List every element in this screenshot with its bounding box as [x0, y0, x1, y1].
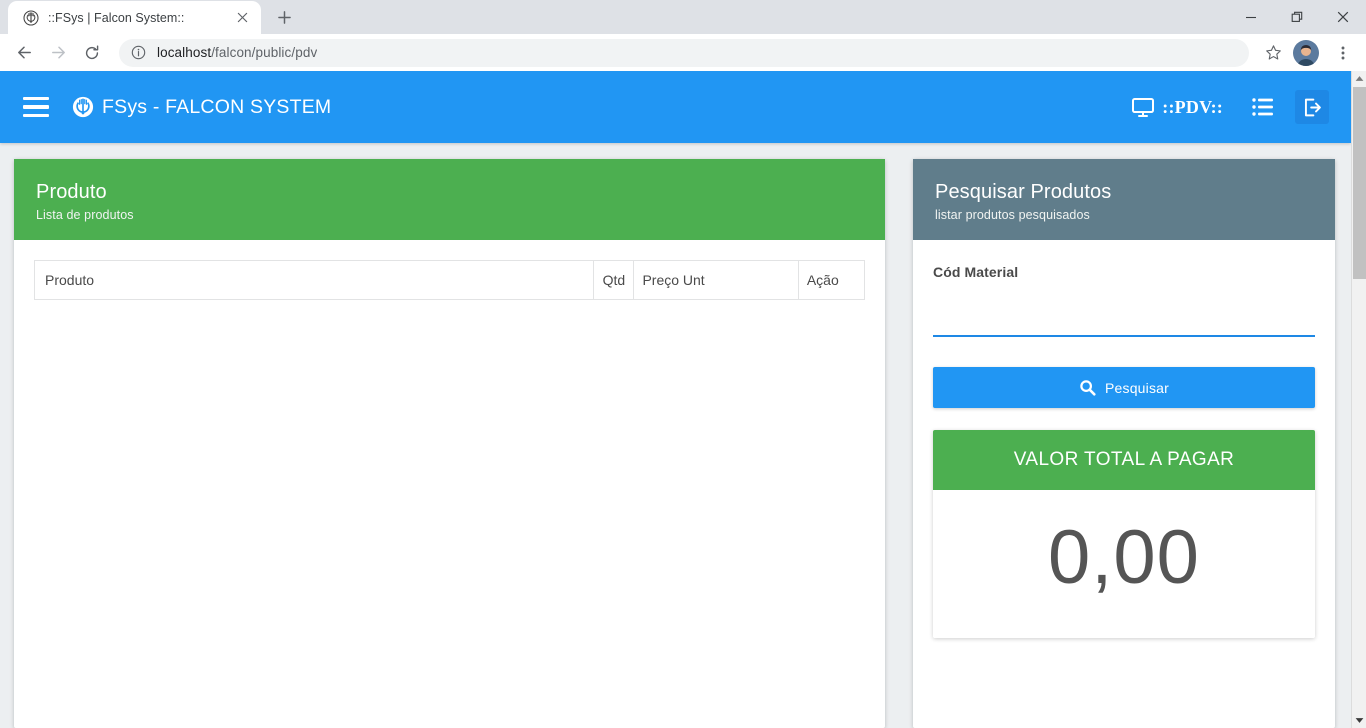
product-table-head: Produto Qtd Preço Unt Ação	[34, 260, 865, 300]
tab-title: ::FSys | Falcon System::	[48, 10, 185, 25]
list-icon[interactable]	[1245, 89, 1281, 125]
window-close-button[interactable]	[1320, 0, 1366, 33]
total-box: VALOR TOTAL A PAGAR 0,00	[933, 430, 1315, 638]
column-header-produto[interactable]: Produto	[34, 260, 595, 300]
three-dot-menu-icon[interactable]	[1329, 39, 1357, 67]
address-bar[interactable]: localhost/falcon/public/pdv	[119, 38, 1249, 67]
hamburger-icon[interactable]	[16, 87, 56, 127]
new-tab-button[interactable]	[270, 3, 298, 31]
window-minimize-button[interactable]	[1228, 0, 1274, 33]
scrollbar-thumb[interactable]	[1353, 87, 1366, 279]
back-arrow-icon[interactable]	[9, 38, 39, 68]
search-icon	[1079, 379, 1096, 396]
total-value: 0,00	[933, 490, 1315, 638]
product-card-title: Produto	[36, 181, 107, 203]
product-card-header: Produto Lista de produtos	[14, 159, 885, 240]
url-path: /falcon/public/pdv	[211, 45, 318, 60]
star-icon[interactable]	[1259, 39, 1287, 67]
cod-material-label: Cód Material	[933, 264, 1019, 280]
jedi-order-logo-icon	[22, 9, 39, 26]
pdv-label: ::PDV::	[1162, 96, 1223, 117]
falcon-logo-icon	[72, 96, 94, 118]
web-page: FSys - FALCON SYSTEM ::PDV:: Produto Lis…	[0, 71, 1351, 728]
tab-close-icon[interactable]	[233, 9, 251, 27]
url-host: localhost	[157, 45, 212, 60]
app-header: FSys - FALCON SYSTEM ::PDV::	[0, 71, 1351, 143]
scroll-up-arrow-icon[interactable]	[1352, 71, 1366, 86]
address-bar-text: localhost/falcon/public/pdv	[157, 45, 317, 60]
cod-material-input[interactable]	[933, 306, 1315, 337]
product-card-subtitle: Lista de produtos	[36, 208, 134, 222]
forward-arrow-icon[interactable]	[43, 38, 73, 68]
pesquisar-button-label: Pesquisar	[1104, 379, 1170, 396]
column-header-acao[interactable]: Ação	[798, 260, 865, 300]
search-card-body: Cód Material Pesquisar VALOR TOTAL A PAG	[913, 240, 1335, 728]
column-header-qtd[interactable]: Qtd	[593, 260, 635, 300]
logout-icon[interactable]	[1295, 90, 1329, 124]
page-scrollbar[interactable]	[1351, 71, 1366, 728]
page-viewport: FSys - FALCON SYSTEM ::PDV:: Produto Lis…	[0, 71, 1366, 728]
search-card: Pesquisar Produtos listar produtos pesqu…	[913, 159, 1335, 728]
window-controls	[1228, 0, 1366, 33]
search-card-title: Pesquisar Produtos	[935, 181, 1112, 203]
browser-chrome: ::FSys | Falcon System:: localhost/falco…	[0, 0, 1366, 71]
search-card-subtitle: listar produtos pesquisados	[935, 208, 1090, 222]
monitor-icon	[1131, 95, 1155, 119]
browser-toolbar: localhost/falcon/public/pdv	[0, 34, 1366, 71]
profile-avatar[interactable]	[1293, 39, 1319, 66]
info-circle-icon[interactable]	[131, 45, 147, 60]
page-content: Produto Lista de produtos Produto Qtd Pr…	[0, 143, 1351, 728]
total-label: VALOR TOTAL A PAGAR	[933, 430, 1315, 490]
app-header-actions: ::PDV::	[1121, 89, 1351, 125]
product-card: Produto Lista de produtos Produto Qtd Pr…	[14, 159, 885, 728]
column-header-preco-unt[interactable]: Preço Unt	[633, 260, 799, 300]
tab-strip: ::FSys | Falcon System::	[0, 0, 1366, 34]
pdv-link[interactable]: ::PDV::	[1121, 89, 1233, 125]
window-restore-button[interactable]	[1274, 0, 1320, 33]
table-header-row: Produto Qtd Preço Unt Ação	[34, 260, 865, 300]
app-brand-text: FSys - FALCON SYSTEM	[102, 95, 332, 118]
scroll-down-arrow-icon[interactable]	[1352, 713, 1366, 728]
app-brand[interactable]: FSys - FALCON SYSTEM	[72, 96, 331, 119]
search-card-header: Pesquisar Produtos listar produtos pesqu…	[913, 159, 1335, 240]
reload-icon[interactable]	[77, 38, 107, 68]
product-card-body: Produto Qtd Preço Unt Ação	[14, 240, 885, 728]
pesquisar-button[interactable]: Pesquisar	[933, 367, 1315, 408]
product-table: Produto Qtd Preço Unt Ação	[34, 260, 865, 300]
browser-tab[interactable]: ::FSys | Falcon System::	[8, 1, 261, 34]
